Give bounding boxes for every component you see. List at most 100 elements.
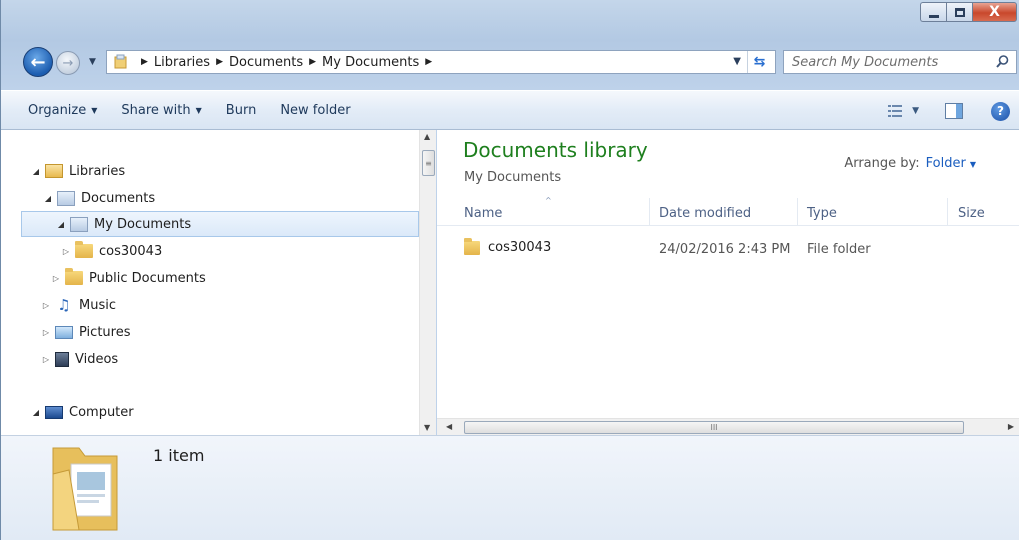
explorer-window: X ← → ▼ ▶ Libraries ▶ Documents ▶ My Doc…	[0, 0, 1019, 540]
table-row[interactable]: cos30043 24/02/2016 2:43 PM File folder	[457, 237, 1019, 262]
details-pane: 1 item	[1, 435, 1019, 540]
share-with-menu[interactable]: Share with ▼	[109, 103, 213, 118]
library-title: Documents library	[463, 138, 648, 162]
library-folder-icon	[113, 54, 129, 70]
expand-arrow-icon[interactable]: ◢	[31, 408, 41, 417]
content-pane: Documents library My Documents Arrange b…	[437, 130, 1019, 435]
scrollbar-thumb[interactable]: ≡	[422, 150, 435, 176]
change-view-button[interactable]: ▼	[888, 105, 919, 117]
scroll-down-icon[interactable]: ▼	[424, 423, 430, 432]
window-caption-buttons: X	[920, 2, 1017, 22]
refresh-icon: ⇆	[753, 54, 766, 70]
collapsed-arrow-icon[interactable]: ▷	[41, 301, 51, 310]
column-header-date-modified[interactable]: Date modified	[659, 206, 751, 221]
expand-arrow-icon[interactable]: ◢	[56, 220, 66, 229]
navigation-pane-scrollbar[interactable]: ▲ ≡ ▼	[419, 130, 436, 435]
organize-label: Organize	[28, 102, 87, 118]
breadcrumb-libraries[interactable]: Libraries	[154, 55, 210, 70]
file-name-cell: cos30043	[464, 237, 551, 255]
libraries-icon	[45, 164, 63, 178]
forward-button[interactable]: →	[56, 51, 80, 75]
column-header-name[interactable]: Name	[464, 206, 502, 221]
arrange-by-value[interactable]: Folder	[926, 156, 966, 171]
tree-item-public-documents[interactable]: ▷ Public Documents	[51, 265, 206, 291]
arrange-by-control: Arrange by: Folder ▼	[844, 156, 976, 171]
address-dropdown-icon[interactable]: ▼	[733, 56, 741, 67]
arrange-by-label: Arrange by:	[844, 156, 920, 171]
column-header-type[interactable]: Type	[807, 206, 837, 221]
scroll-right-icon[interactable]: ▶	[1008, 422, 1014, 431]
expand-arrow-icon[interactable]: ◢	[43, 194, 53, 203]
tree-item-my-documents[interactable]: ◢ My Documents	[21, 211, 419, 237]
breadcrumb-documents[interactable]: Documents	[229, 55, 303, 70]
tree-item-videos[interactable]: ▷ Videos	[41, 346, 118, 372]
back-button[interactable]: ←	[23, 47, 53, 77]
chevron-down-icon[interactable]: ▼	[970, 160, 976, 169]
breadcrumb-separator-icon[interactable]: ▶	[309, 57, 316, 67]
tree-item-libraries[interactable]: ◢ Libraries	[31, 158, 125, 184]
tree-item-documents[interactable]: ◢ Documents	[43, 185, 155, 211]
tree-item-label: Public Documents	[89, 270, 206, 286]
organize-menu[interactable]: Organize ▼	[1, 103, 109, 118]
preview-pane-button[interactable]	[945, 103, 963, 119]
collapsed-arrow-icon[interactable]: ▷	[41, 355, 51, 364]
tree-item-music[interactable]: ▷ ♫ Music	[41, 292, 116, 318]
command-bar: Organize ▼ Share with ▼ Burn New folder ▼ …	[1, 90, 1019, 130]
burn-button[interactable]: Burn	[214, 103, 269, 118]
search-icon[interactable]	[995, 54, 1010, 73]
close-button[interactable]: X	[972, 2, 1017, 22]
tree-item-pictures[interactable]: ▷ Pictures	[41, 319, 131, 345]
collapsed-arrow-icon[interactable]: ▷	[41, 328, 51, 337]
tree-item-label: Videos	[75, 351, 119, 367]
computer-icon	[45, 405, 63, 419]
folder-icon	[75, 241, 93, 258]
new-folder-label: New folder	[280, 102, 351, 118]
tree-item-label: Music	[79, 297, 116, 313]
forward-arrow-icon: →	[62, 55, 74, 71]
collapsed-arrow-icon[interactable]: ▷	[51, 274, 61, 283]
date-modified-cell: 24/02/2016 2:43 PM	[659, 242, 791, 257]
address-bar[interactable]: ▶ Libraries ▶ Documents ▶ My Documents ▶…	[106, 50, 776, 74]
tree-item-label: Pictures	[79, 324, 131, 340]
tree-item-label: My Documents	[94, 216, 192, 232]
content-pane-scrollbar[interactable]: ◀ III ▶	[437, 418, 1019, 435]
breadcrumb-separator-icon[interactable]: ▶	[141, 57, 148, 67]
expand-arrow-icon[interactable]: ◢	[31, 167, 41, 176]
maximize-button[interactable]	[946, 2, 972, 22]
address-row: ← → ▼ ▶ Libraries ▶ Documents ▶ My Docum…	[1, 45, 1019, 79]
tree-item-computer[interactable]: ◢ Computer	[31, 399, 134, 425]
column-header-size[interactable]: Size	[958, 206, 985, 221]
details-view-icon	[888, 105, 903, 117]
column-divider[interactable]	[797, 198, 798, 226]
folder-icon	[65, 268, 83, 285]
sort-ascending-icon: ^	[545, 196, 552, 205]
scroll-up-icon[interactable]: ▲	[424, 132, 430, 141]
library-subtitle: My Documents	[464, 170, 562, 185]
navigation-pane: ◢ Libraries ◢ Documents ◢ My Documents ▷…	[1, 130, 436, 435]
breadcrumb-my-documents[interactable]: My Documents	[322, 55, 419, 70]
collapsed-arrow-icon[interactable]: ▷	[61, 247, 71, 256]
minimize-button[interactable]	[920, 2, 946, 22]
item-count: 1 item	[153, 446, 205, 465]
minimize-icon	[928, 14, 939, 18]
tree-item-label: Libraries	[69, 163, 126, 179]
pictures-icon	[55, 325, 73, 339]
type-cell: File folder	[807, 242, 871, 257]
tree-item-cos30043[interactable]: ▷ cos30043	[61, 238, 162, 264]
search-box[interactable]	[783, 50, 1017, 74]
help-icon[interactable]: ?	[991, 101, 1010, 121]
search-input[interactable]	[792, 54, 982, 70]
scrollbar-thumb[interactable]: III	[464, 421, 964, 434]
breadcrumb-separator-icon[interactable]: ▶	[425, 57, 432, 67]
tree-item-label: Computer	[69, 404, 134, 420]
column-divider[interactable]	[649, 198, 650, 226]
share-with-label: Share with	[121, 102, 191, 118]
column-divider[interactable]	[947, 198, 948, 226]
refresh-button[interactable]: ⇆	[747, 51, 771, 73]
scroll-left-icon[interactable]: ◀	[446, 422, 452, 431]
breadcrumb-separator-icon[interactable]: ▶	[216, 57, 223, 67]
back-arrow-icon: ←	[30, 51, 46, 73]
recent-pages-dropdown-icon[interactable]: ▼	[89, 57, 96, 67]
close-icon: X	[989, 4, 1000, 20]
new-folder-button[interactable]: New folder	[268, 103, 362, 118]
